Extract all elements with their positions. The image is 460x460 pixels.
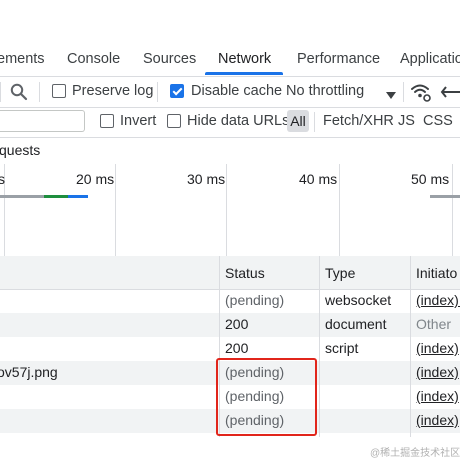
filter-divider	[314, 112, 315, 132]
column-divider[interactable]	[410, 256, 411, 437]
timeline-bar-waiting	[0, 195, 44, 198]
pending-status-highlight-box	[216, 358, 317, 436]
row-initiator-link[interactable]: (index)	[416, 412, 459, 428]
timeline-bar-pending	[430, 195, 460, 198]
timeline-tick-label: 30 ms	[187, 171, 226, 187]
row-initiator: Other	[416, 316, 452, 332]
row-name[interactable]: ov57j.png	[0, 364, 58, 380]
requests-summary-label: quests	[0, 142, 41, 158]
column-header-type[interactable]: Type	[325, 265, 355, 281]
invert-checkbox[interactable]	[100, 114, 114, 128]
tab-sources[interactable]: Sources	[143, 43, 196, 76]
overview-timeline[interactable]	[0, 164, 460, 257]
throttling-select[interactable]: No throttling	[286, 83, 364, 99]
timeline-gridline	[226, 164, 227, 256]
row-status: (pending)	[225, 292, 285, 308]
timeline-gridline	[339, 164, 340, 256]
tab-console[interactable]: Console	[67, 43, 120, 76]
network-toolbar: Preserve log Disable cache No throttling	[0, 77, 460, 108]
tab-application[interactable]: Applicatio	[400, 43, 460, 76]
row-status: 200	[225, 340, 249, 356]
row-type: document	[325, 316, 387, 332]
toolbar-divider	[39, 82, 40, 102]
window-top-strip	[0, 0, 460, 44]
wifi-settings-icon[interactable]	[410, 81, 432, 103]
column-divider[interactable]	[319, 256, 320, 437]
timeline-tick-label: s	[0, 171, 5, 187]
caret-down-icon[interactable]	[386, 87, 396, 99]
hide-data-urls-checkbox[interactable]	[167, 114, 181, 128]
row-type: script	[325, 340, 359, 356]
filter-css-button[interactable]: CSS	[423, 113, 453, 129]
tab-elements[interactable]: ements	[0, 43, 45, 76]
row-initiator-link[interactable]: (index)	[416, 364, 459, 380]
active-tab-indicator	[205, 72, 283, 75]
preserve-log-label: Preserve log	[72, 83, 154, 99]
disable-cache-checkbox[interactable]	[170, 84, 184, 98]
filter-input[interactable]	[0, 110, 85, 132]
toolbar-divider	[403, 82, 404, 102]
row-initiator-link[interactable]: (index)	[416, 340, 459, 356]
preserve-log-checkbox[interactable]	[52, 84, 66, 98]
filter-js-button[interactable]: JS	[398, 113, 415, 129]
watermark: @稀土掘金技术社区	[370, 448, 460, 459]
timeline-gridline	[452, 164, 453, 256]
column-header-initiator[interactable]: Initiato	[416, 265, 457, 281]
search-icon[interactable]	[10, 83, 28, 101]
filter-fetch-xhr-button[interactable]: Fetch/XHR	[323, 113, 394, 129]
timeline-tick-label: 40 ms	[299, 171, 338, 187]
row-type: websocket	[325, 292, 392, 308]
filter-all-button[interactable]: All	[287, 110, 309, 132]
column-header-status[interactable]: Status	[225, 265, 265, 281]
requests-summary-row: quests	[0, 137, 460, 165]
import-har-icon[interactable]	[440, 82, 460, 102]
timeline-bar-download	[68, 195, 88, 198]
row-status: 200	[225, 316, 249, 332]
timeline-tick-label: 50 ms	[411, 171, 450, 187]
tab-performance[interactable]: Performance	[297, 43, 380, 76]
hide-data-urls-label: Hide data URLs	[187, 113, 290, 129]
toolbar-divider	[157, 82, 158, 102]
timeline-gridline	[115, 164, 116, 256]
toolbar-divider	[0, 82, 1, 102]
invert-label: Invert	[120, 113, 157, 129]
disable-cache-label: Disable cache	[191, 83, 283, 99]
row-initiator-link[interactable]: (index):	[416, 292, 460, 308]
timeline-bar-waiting-server	[44, 195, 68, 198]
timeline-tick-label: 20 ms	[76, 171, 115, 187]
row-initiator-link[interactable]: (index)	[416, 388, 459, 404]
